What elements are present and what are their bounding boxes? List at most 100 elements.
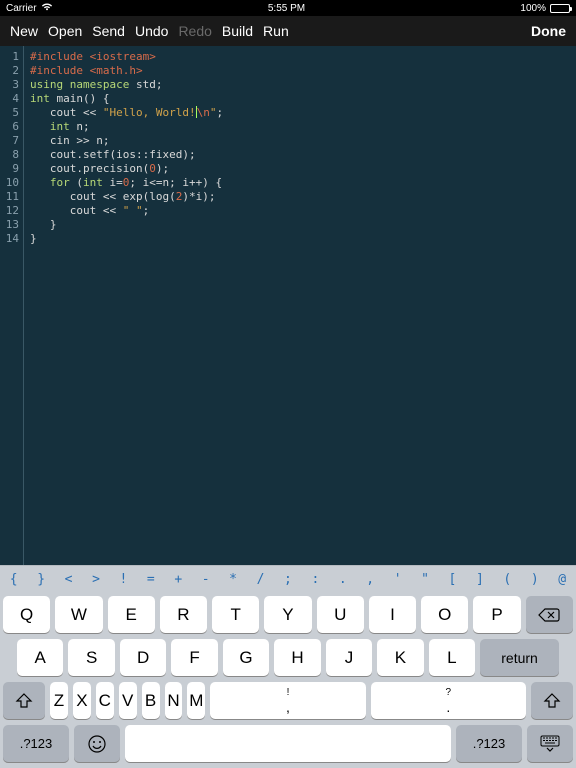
toolbar: New Open Send Undo Redo Build Run Done	[0, 16, 576, 46]
key-v[interactable]: V	[119, 682, 137, 719]
key-r[interactable]: R	[160, 596, 207, 633]
symbol-key[interactable]: >	[82, 572, 109, 587]
key-p[interactable]: P	[473, 596, 520, 633]
code-token: cout <<	[30, 204, 123, 217]
code-area[interactable]: #include <iostream> #include <math.h> us…	[24, 46, 576, 565]
symbol-key[interactable]: *	[219, 572, 246, 587]
symbol-key[interactable]: .	[329, 572, 356, 587]
code-token: );	[156, 162, 169, 175]
key-label: ,	[286, 700, 290, 714]
code-token: \n	[197, 106, 210, 119]
line-number: 11	[0, 190, 19, 204]
backspace-key[interactable]	[526, 596, 573, 633]
key-w[interactable]: W	[55, 596, 102, 633]
key-i[interactable]: I	[369, 596, 416, 633]
build-button[interactable]: Build	[222, 23, 253, 39]
key-j[interactable]: J	[326, 639, 372, 676]
key-c[interactable]: C	[96, 682, 114, 719]
battery-icon	[550, 4, 570, 13]
key-o[interactable]: O	[421, 596, 468, 633]
key-t[interactable]: T	[212, 596, 259, 633]
code-editor[interactable]: 1234567891011121314 #include <iostream> …	[0, 46, 576, 565]
symbol-key[interactable]: ]	[466, 572, 493, 587]
key-n[interactable]: N	[165, 682, 183, 719]
key-u[interactable]: U	[317, 596, 364, 633]
line-number: 3	[0, 78, 19, 92]
key-m[interactable]: M	[187, 682, 205, 719]
redo-button[interactable]: Redo	[178, 23, 211, 39]
key-g[interactable]: G	[223, 639, 269, 676]
new-button[interactable]: New	[10, 23, 38, 39]
key-f[interactable]: F	[171, 639, 217, 676]
code-token: cout.precision(	[30, 162, 149, 175]
symbol-key[interactable]: (	[494, 572, 521, 587]
period-key[interactable]: ?.	[371, 682, 526, 719]
line-number: 4	[0, 92, 19, 106]
code-token: for	[50, 176, 70, 189]
line-number: 12	[0, 204, 19, 218]
key-x[interactable]: X	[73, 682, 91, 719]
space-key[interactable]	[125, 725, 451, 762]
return-key[interactable]: return	[480, 639, 559, 676]
comma-key[interactable]: !,	[210, 682, 365, 719]
code-token: using	[30, 78, 63, 91]
undo-button[interactable]: Undo	[135, 23, 168, 39]
key-q[interactable]: Q	[3, 596, 50, 633]
symbol-row: {}<>!=+-*/;:.,'"[]()@	[0, 565, 576, 592]
symbol-key[interactable]: :	[302, 572, 329, 587]
code-token: )*i);	[182, 190, 215, 203]
key-a[interactable]: A	[17, 639, 63, 676]
key-l[interactable]: L	[429, 639, 475, 676]
code-line: #include <math.h>	[30, 64, 143, 77]
key-h[interactable]: H	[274, 639, 320, 676]
code-token: "Hello, World!	[103, 106, 196, 119]
key-s[interactable]: S	[68, 639, 114, 676]
send-button[interactable]: Send	[92, 23, 125, 39]
line-number: 2	[0, 64, 19, 78]
symbol-key[interactable]: =	[137, 572, 164, 587]
shift-key-right[interactable]	[531, 682, 573, 719]
code-token: n;	[70, 120, 90, 133]
key-e[interactable]: E	[108, 596, 155, 633]
code-token: int	[30, 92, 50, 105]
clock: 5:55 PM	[53, 3, 521, 14]
symbol-key[interactable]: {	[0, 572, 27, 587]
run-button[interactable]: Run	[263, 23, 289, 39]
symbol-key[interactable]: !	[110, 572, 137, 587]
line-number: 6	[0, 120, 19, 134]
symbol-key[interactable]: -	[192, 572, 219, 587]
shift-key[interactable]	[3, 682, 45, 719]
symbol-key[interactable]: @	[548, 572, 575, 587]
symbol-key[interactable]: '	[384, 572, 411, 587]
key-y[interactable]: Y	[264, 596, 311, 633]
done-button[interactable]: Done	[531, 23, 566, 39]
numeric-mode-key[interactable]: .?123	[3, 725, 69, 762]
key-d[interactable]: D	[120, 639, 166, 676]
status-bar: Carrier 5:55 PM 100%	[0, 0, 576, 16]
wifi-icon	[41, 2, 53, 14]
code-line: }	[30, 218, 57, 231]
symbol-key[interactable]: +	[165, 572, 192, 587]
key-z[interactable]: Z	[50, 682, 68, 719]
symbol-key[interactable]: /	[247, 572, 274, 587]
symbol-key[interactable]: "	[411, 572, 438, 587]
symbol-key[interactable]: }	[27, 572, 54, 587]
carrier-label: Carrier	[6, 3, 37, 14]
dismiss-keyboard-key[interactable]	[527, 725, 573, 762]
key-b[interactable]: B	[142, 682, 160, 719]
symbol-key[interactable]: )	[521, 572, 548, 587]
code-token: ;	[143, 204, 150, 217]
symbol-key[interactable]: ,	[356, 572, 383, 587]
code-token: i=	[103, 176, 123, 189]
code-token: cout <<	[30, 106, 103, 119]
open-button[interactable]: Open	[48, 23, 82, 39]
numeric-mode-key-right[interactable]: .?123	[456, 725, 522, 762]
line-number: 13	[0, 218, 19, 232]
emoji-key[interactable]	[74, 725, 120, 762]
symbol-key[interactable]: ;	[274, 572, 301, 587]
code-token: int	[83, 176, 103, 189]
code-token: ; i<=n; i++) {	[129, 176, 222, 189]
symbol-key[interactable]: [	[439, 572, 466, 587]
key-k[interactable]: K	[377, 639, 423, 676]
symbol-key[interactable]: <	[55, 572, 82, 587]
